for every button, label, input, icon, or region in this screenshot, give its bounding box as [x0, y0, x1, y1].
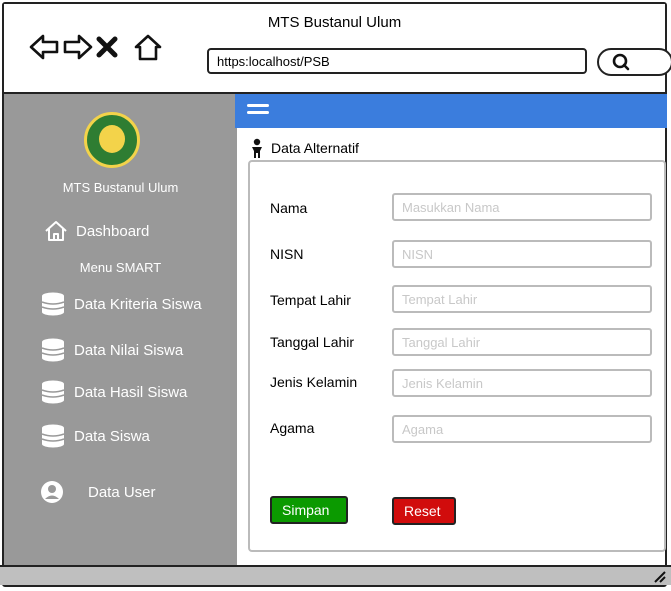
sidebar-item-dashboard[interactable]: Dashboard [44, 220, 149, 242]
resize-grip-icon[interactable] [651, 569, 667, 583]
sidebar: MTS Bustanul Ulum Dashboard Menu SMART D… [4, 94, 237, 569]
search-button[interactable] [597, 48, 671, 76]
label-tanggal-lahir: Tanggal Lahir [270, 334, 355, 350]
database-icon [41, 380, 65, 404]
sidebar-item-label: Data Siswa [74, 427, 150, 445]
content-header [235, 94, 667, 128]
home-icon[interactable] [132, 32, 164, 62]
browser-titlebar: MTS Bustanul Ulum https:localhost/PSB [4, 4, 671, 94]
page-title: Data Alternatif [249, 138, 359, 158]
school-logo [84, 112, 140, 168]
hamburger-menu-icon[interactable] [247, 104, 269, 118]
home-icon [45, 221, 67, 241]
person-icon [252, 138, 262, 158]
sidebar-item-data-hasil-siswa[interactable]: Data Hasil Siswa [40, 380, 187, 404]
tanggal-lahir-input[interactable] [392, 328, 652, 356]
tempat-lahir-input[interactable] [392, 285, 652, 313]
sidebar-item-label: Data Hasil Siswa [74, 383, 188, 401]
nisn-input[interactable] [392, 240, 652, 268]
reset-button[interactable]: Reset [392, 497, 456, 525]
sidebar-item-data-nilai-siswa[interactable]: Data Nilai Siswa [40, 338, 183, 362]
jenis-kelamin-input[interactable] [392, 369, 652, 397]
sidebar-item-label: Dashboard [76, 222, 150, 240]
label-jenis-kelamin: Jenis Kelamin [270, 374, 358, 390]
database-icon [41, 424, 65, 448]
database-icon [41, 338, 65, 362]
sidebar-item-label: Data User [88, 483, 156, 501]
close-icon[interactable] [94, 32, 120, 62]
sidebar-brand: MTS Bustanul Ulum [62, 180, 179, 195]
save-button[interactable]: Simpan [270, 496, 348, 524]
window-title: MTS Bustanul Ulum [267, 14, 402, 31]
label-agama: Agama [270, 420, 315, 436]
menu-section-label: Menu SMART [79, 260, 162, 275]
nama-input[interactable] [392, 193, 652, 221]
label-nama: Nama [270, 200, 308, 216]
sidebar-item-data-siswa[interactable]: Data Siswa [40, 424, 150, 448]
database-icon [41, 292, 65, 316]
sidebar-item-label: Data Kriteria Siswa [74, 295, 202, 313]
back-arrow-icon[interactable] [28, 32, 60, 62]
sidebar-item-label: Data Nilai Siswa [74, 341, 184, 359]
browser-status-bar [0, 565, 671, 585]
search-icon [612, 53, 630, 71]
forward-arrow-icon[interactable] [62, 32, 94, 62]
sidebar-item-data-user[interactable]: Data User [40, 480, 156, 504]
user-icon [41, 481, 63, 503]
sidebar-item-data-kriteria-siswa[interactable]: Data Kriteria Siswa [40, 292, 202, 316]
label-nisn: NISN [270, 246, 304, 262]
agama-input[interactable] [392, 415, 652, 443]
section-title-text: Data Alternatif [271, 140, 359, 156]
label-tempat-lahir: Tempat Lahir [270, 292, 351, 308]
address-bar[interactable]: https:localhost/PSB [207, 48, 587, 74]
